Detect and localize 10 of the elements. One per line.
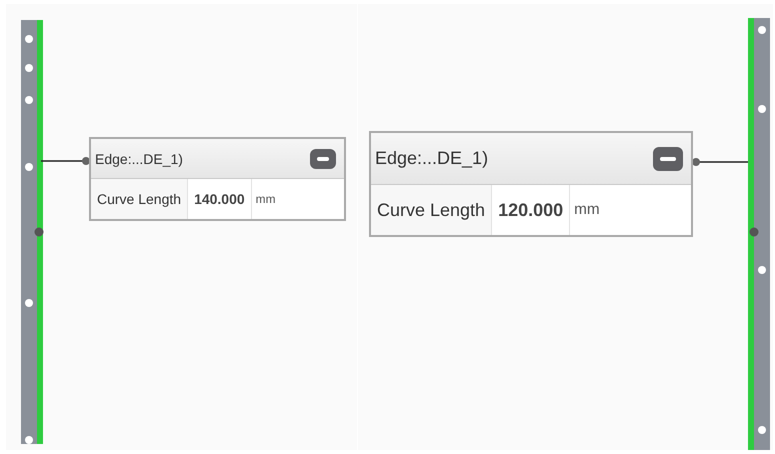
node-title: Edge:...DE_1) xyxy=(375,148,488,169)
node-title: Edge:...DE_1) xyxy=(95,150,183,166)
parameter-unit: mm xyxy=(254,191,276,208)
parameter-value[interactable]: 120.000 xyxy=(492,185,570,235)
parameter-value[interactable]: 140.000 xyxy=(188,179,252,219)
parameter-label: Curve Length xyxy=(371,185,492,235)
parameter-unit: mm xyxy=(573,200,601,220)
node-card[interactable]: Edge:...DE_1) Curve Length 120.000 mm xyxy=(369,131,693,237)
parameter-label: Curve Length xyxy=(91,179,188,219)
node-card[interactable]: Edge:...DE_1) Curve Length 140.000 mm xyxy=(89,137,346,221)
